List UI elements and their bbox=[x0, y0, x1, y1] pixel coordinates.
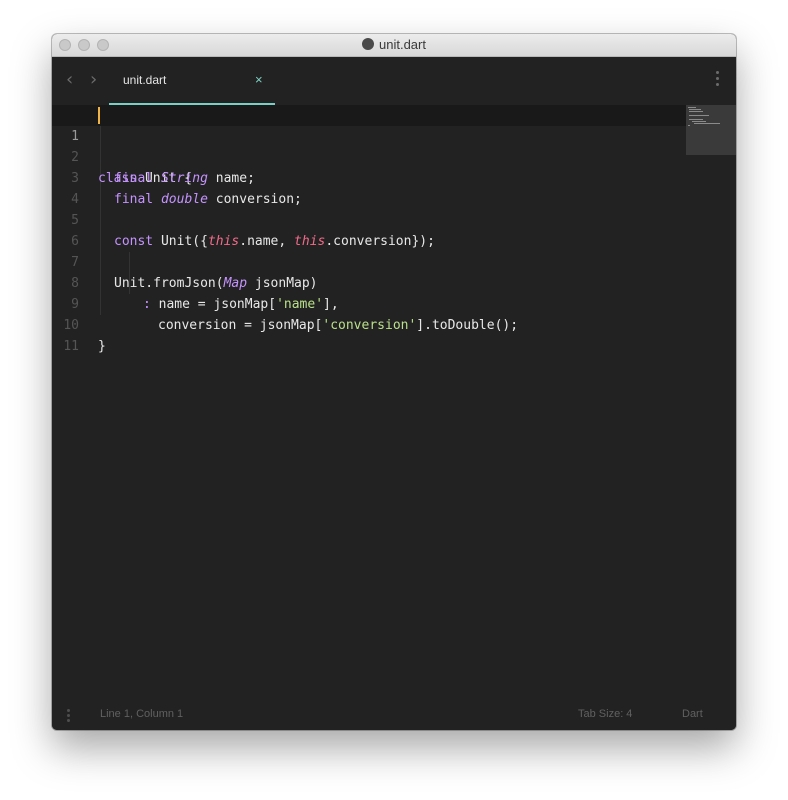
code-line[interactable]: 3 final double conversion; bbox=[52, 147, 686, 207]
tab-label: unit.dart bbox=[123, 73, 167, 87]
cursor-position[interactable]: Line 1, Column 1 bbox=[100, 708, 183, 720]
tab-bar: ‹ › unit.dart × bbox=[52, 57, 736, 105]
text-cursor bbox=[98, 107, 100, 124]
code-line[interactable]: 8 : name = jsonMap['name'], bbox=[52, 252, 686, 312]
title-bar: unit.dart bbox=[52, 34, 736, 57]
back-chevron-icon[interactable]: ‹ bbox=[66, 69, 73, 90]
code-line[interactable]: 1 class Unit { bbox=[52, 105, 686, 186]
close-icon[interactable]: × bbox=[255, 72, 263, 87]
more-options-icon[interactable] bbox=[716, 71, 720, 91]
status-bar: Line 1, Column 1 Tab Size: 4 Dart bbox=[52, 700, 736, 730]
language-mode[interactable]: Dart bbox=[682, 708, 703, 720]
dart-file-icon bbox=[362, 38, 374, 50]
tab-unit-dart[interactable]: unit.dart × bbox=[109, 57, 275, 105]
editor-window: unit.dart ‹ › unit.dart × 1 class Unit {… bbox=[52, 34, 736, 730]
code-line[interactable]: 4 bbox=[52, 168, 686, 207]
tab-size[interactable]: Tab Size: 4 bbox=[578, 708, 632, 720]
code-line[interactable]: 11 bbox=[52, 315, 686, 354]
minimap[interactable] bbox=[686, 105, 736, 155]
code-line[interactable]: 2 final String name; bbox=[52, 126, 686, 186]
code-line[interactable]: 7 Unit.fromJson(Map jsonMap) bbox=[52, 231, 686, 291]
window-title-text: unit.dart bbox=[379, 37, 426, 52]
line-number: 11 bbox=[63, 339, 79, 354]
code-line[interactable]: 6 bbox=[52, 210, 686, 249]
status-menu-icon[interactable] bbox=[67, 709, 70, 724]
forward-chevron-icon[interactable]: › bbox=[90, 69, 97, 90]
code-line[interactable]: 5 const Unit({this.name, this.conversion… bbox=[52, 189, 686, 249]
code-line[interactable]: 9 conversion = jsonMap['conversion'].toD… bbox=[52, 273, 686, 333]
code-line[interactable]: 10 } bbox=[52, 294, 686, 354]
window-title: unit.dart bbox=[52, 37, 736, 52]
code-editor[interactable]: 1 class Unit { 2 final String name; 3 fi… bbox=[52, 105, 736, 700]
